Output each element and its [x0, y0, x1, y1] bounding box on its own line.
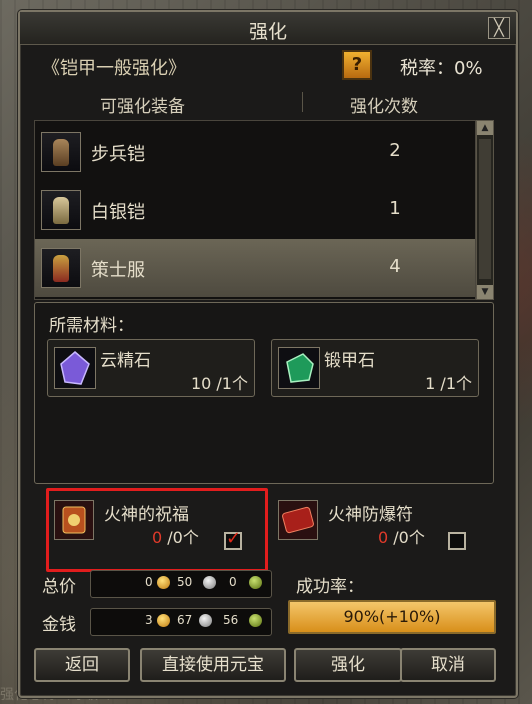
- strategist-robe-icon: [41, 248, 81, 288]
- money-label: 金钱: [42, 615, 76, 635]
- highlight-frame: [46, 488, 268, 572]
- fire-god-charm-icon: [278, 500, 318, 540]
- column-divider: [302, 92, 303, 112]
- gold-amount: 0: [145, 575, 153, 589]
- tax-rate: 税率：0%: [400, 58, 483, 79]
- copper-amount: 0: [229, 575, 237, 589]
- enhance-button[interactable]: 强化: [294, 648, 402, 682]
- gold-coin-icon: [157, 576, 170, 589]
- list-scrollbar[interactable]: ▲ ▼: [476, 120, 494, 300]
- total-price-field: 0 50 0: [90, 570, 272, 598]
- column-header-equipment: 可强化装备: [100, 97, 185, 117]
- silver-coin-icon: [203, 576, 216, 589]
- help-button[interactable]: ?: [342, 50, 372, 80]
- equipment-name: 白银铠: [91, 202, 145, 223]
- enhance-mode-name: 《铠甲一般强化》: [42, 58, 186, 79]
- silver-coin-icon: [199, 614, 212, 627]
- material-name: 锻甲石: [324, 351, 375, 371]
- dialog-title: 强化: [248, 21, 287, 43]
- scroll-thumb[interactable]: [479, 139, 491, 279]
- use-ingot-button[interactable]: 直接使用元宝: [140, 648, 286, 682]
- success-rate-value: 90%(+10%): [343, 607, 441, 626]
- option-name: 火神防爆符: [328, 505, 413, 525]
- total-price-label: 总价: [42, 577, 76, 597]
- enhance-dialog: 强化 ╳ 《铠甲一般强化》 ? 税率：0% 可强化装备 强化次数 步兵铠 2 白…: [18, 10, 518, 698]
- option-checkbox[interactable]: [448, 532, 466, 550]
- materials-panel: 所需材料： 云精石 10 /1个 锻甲石 1 /1个: [34, 302, 494, 484]
- material-quantity: 10 /1个: [190, 374, 248, 393]
- scroll-down-icon[interactable]: ▼: [477, 285, 493, 299]
- cloud-essence-stone-icon: [54, 347, 96, 389]
- material-slot[interactable]: 锻甲石 1 /1个: [271, 339, 479, 397]
- silver-amount: 67: [177, 613, 193, 627]
- scroll-up-icon[interactable]: ▲: [477, 121, 493, 135]
- option-quantity: 0 /0个: [378, 528, 425, 547]
- back-button[interactable]: 返回: [34, 648, 130, 682]
- silver-amount: 50: [177, 575, 193, 589]
- infantry-armor-icon: [41, 132, 81, 172]
- equipment-list: 步兵铠 2 白银铠 1 策士服 4: [34, 120, 476, 300]
- material-name: 云精石: [100, 351, 151, 371]
- cancel-button[interactable]: 取消: [400, 648, 496, 682]
- title-bar[interactable]: 强化 ╳: [20, 12, 516, 45]
- copper-amount: 56: [223, 613, 239, 627]
- success-rate-bar: 90%(+10%): [288, 600, 496, 634]
- equipment-count: 4: [389, 256, 401, 277]
- copper-coin-icon: [249, 614, 262, 627]
- equipment-count: 2: [389, 140, 401, 161]
- option-fire-god-charm: 火神防爆符 0 /0个: [272, 490, 482, 560]
- close-button[interactable]: ╳: [488, 17, 510, 39]
- success-rate-label: 成功率：: [296, 577, 364, 597]
- equipment-row[interactable]: 步兵铠 2: [35, 123, 475, 181]
- copper-coin-icon: [249, 576, 262, 589]
- forging-armor-stone-icon: [278, 347, 320, 389]
- equipment-name: 步兵铠: [91, 144, 145, 165]
- material-quantity: 1 /1个: [425, 374, 472, 393]
- equipment-row-selected[interactable]: 策士服 4: [35, 239, 475, 297]
- column-header-count: 强化次数: [350, 97, 418, 117]
- materials-title: 所需材料：: [49, 316, 134, 336]
- equipment-row[interactable]: 白银铠 1: [35, 181, 475, 239]
- money-field: 3 67 56: [90, 608, 272, 636]
- gold-amount: 3: [145, 613, 153, 627]
- equipment-count: 1: [389, 198, 401, 219]
- gold-coin-icon: [157, 614, 170, 627]
- equipment-name: 策士服: [91, 260, 145, 281]
- material-slot[interactable]: 云精石 10 /1个: [47, 339, 255, 397]
- silver-armor-icon: [41, 190, 81, 230]
